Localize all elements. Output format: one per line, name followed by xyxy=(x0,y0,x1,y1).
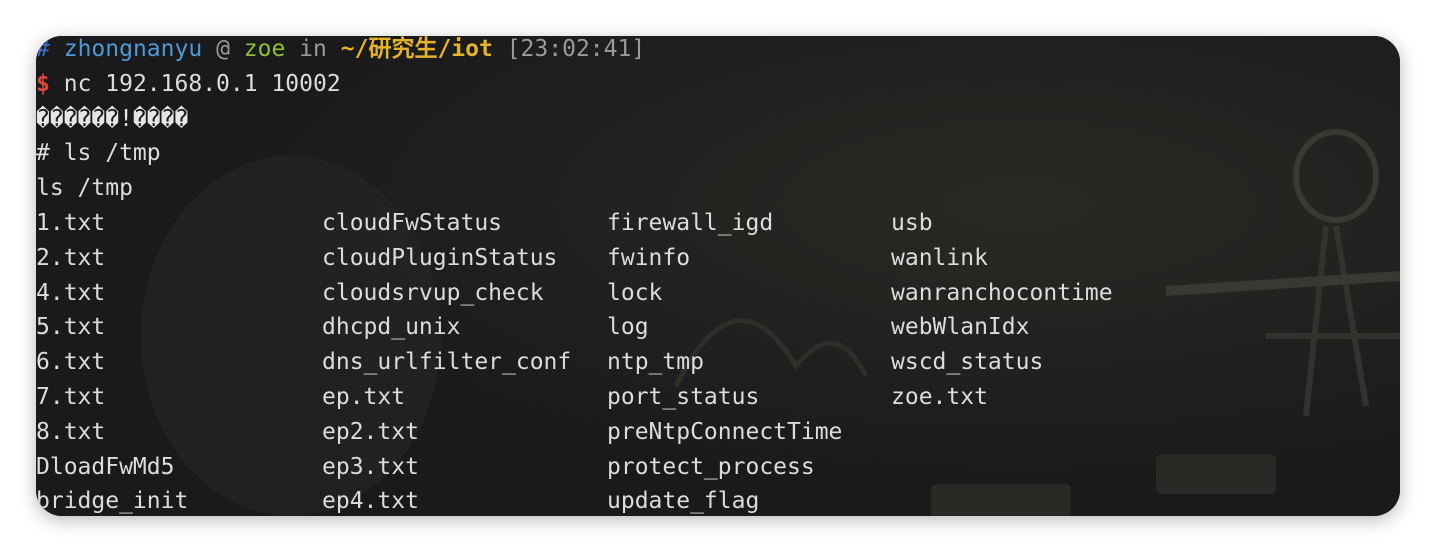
file-entry: cloudsrvup_check xyxy=(322,279,544,306)
prompt-time: [23:02:41] xyxy=(506,36,646,62)
file-entry: DloadFwMd5 xyxy=(36,453,175,480)
file-entry: lock xyxy=(607,279,663,306)
prompt-hash: # xyxy=(36,36,50,62)
terminal-output: # zhongnanyu @ zoe in ~/研究生/iot [23:02:4… xyxy=(36,36,1400,516)
file-entry: ntp_tmp xyxy=(607,349,704,376)
prompt-line: # zhongnanyu @ zoe in ~/研究生/iot [23:02:4… xyxy=(36,36,1400,67)
file-entry: webWlanIdx xyxy=(891,314,1030,341)
file-listing: 1.txt cloudFwStatus firewall_igd usb 2.txt cl… xyxy=(36,206,1400,516)
prompt-path: ~/研究生/iot xyxy=(340,36,493,62)
listing-row: 1.txt cloudFwStatus firewall_igd usb xyxy=(36,206,1400,241)
file-entry: 8.txt xyxy=(36,418,106,445)
prompt-at: @ xyxy=(216,36,230,62)
file-entry: 6.txt xyxy=(36,349,106,376)
listing-row: 4.txt cloudsrvup_check lock wanranchocontim… xyxy=(36,276,1400,311)
file-entry: 4.txt xyxy=(36,279,106,306)
listing-row: 2.txt cloudPluginStatus fwinfo wanlink xyxy=(36,241,1400,276)
prompt-dollar: $ xyxy=(36,70,50,97)
command-line: $ nc 192.168.0.1 10002 xyxy=(36,67,1400,102)
file-entry: fwinfo xyxy=(607,244,691,271)
file-entry: wscd_status xyxy=(891,349,1044,376)
file-entry: firewall_igd xyxy=(607,209,774,236)
file-entry: 2.txt xyxy=(36,244,106,271)
file-entry: bridge_init xyxy=(36,488,189,515)
file-entry: ep2.txt xyxy=(322,418,419,445)
listing-row: 7.txt ep.txt port_status zoe.txt xyxy=(36,380,1400,415)
file-entry: wanranchocontime xyxy=(891,279,1113,306)
terminal-window[interactable]: # zhongnanyu @ zoe in ~/研究生/iot [23:02:4… xyxy=(36,36,1400,516)
command-text: nc 192.168.0.1 10002 xyxy=(63,70,341,97)
file-entry: port_status xyxy=(607,383,760,410)
file-entry: 7.txt xyxy=(36,383,106,410)
file-entry: protect_process xyxy=(607,453,815,480)
file-entry: usb xyxy=(891,209,933,236)
file-entry: dns_urlfilter_conf xyxy=(322,349,572,376)
garbled-output: ������!���� xyxy=(36,105,189,132)
listing-row: 6.txt dns_urlfilter_conf ntp_tmp wscd_statu… xyxy=(36,345,1400,380)
file-entry: 1.txt xyxy=(36,209,106,236)
file-entry: cloudPluginStatus xyxy=(322,244,558,271)
file-entry: ep4.txt xyxy=(322,488,419,515)
prompt-in: in xyxy=(299,36,327,62)
file-entry: update_flag xyxy=(607,488,760,515)
file-entry: zoe.txt xyxy=(891,383,988,410)
file-entry: wanlink xyxy=(891,244,988,271)
file-entry: ep.txt xyxy=(322,383,406,410)
file-entry: dhcpd_unix xyxy=(322,314,461,341)
prompt-host: zoe xyxy=(243,36,286,62)
file-entry: ep3.txt xyxy=(322,453,419,480)
file-entry: preNtpConnectTime xyxy=(607,418,843,445)
shell-command: # ls /tmp xyxy=(36,140,161,167)
listing-row: 5.txt dhcpd_unix log webWlanIdx xyxy=(36,310,1400,345)
file-entry: log xyxy=(607,314,649,341)
prompt-user: zhongnanyu xyxy=(63,36,203,62)
listing-row: bridge_init ep4.txt update_flag xyxy=(36,484,1400,516)
listing-row: 8.txt ep2.txt preNtpConnectTime xyxy=(36,415,1400,450)
shell-echo: ls /tmp xyxy=(36,175,133,202)
file-entry: 5.txt xyxy=(36,314,106,341)
file-entry: cloudFwStatus xyxy=(322,209,503,236)
listing-row: DloadFwMd5 ep3.txt protect_process xyxy=(36,450,1400,485)
